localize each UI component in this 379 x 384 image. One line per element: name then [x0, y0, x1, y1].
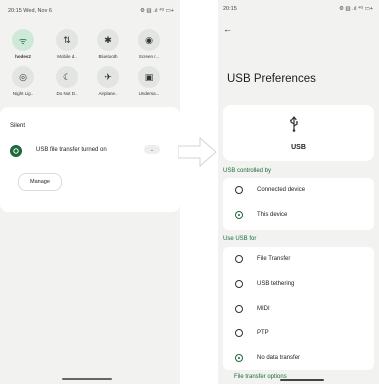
controlled-by-group: [223, 178, 374, 230]
qs-screen-record-tile[interactable]: ◉: [138, 29, 160, 51]
dnd-icon: ☾: [62, 71, 72, 82]
airplane-icon: ✈: [104, 71, 112, 82]
usb-header-card: [223, 105, 374, 161]
option-file-transfer-label[interactable]: File Transfer: [257, 256, 290, 262]
section-file-transfer-options: File transfer options: [234, 374, 287, 380]
left-status-time: 20:15 Wed, Nov 6: [8, 8, 52, 14]
gesture-bar[interactable]: [62, 378, 112, 380]
section-use-usb-for: Use USB for: [223, 236, 257, 242]
qs-wifi-label: hodes2: [15, 54, 31, 59]
radio-this-device[interactable]: [235, 211, 243, 219]
radio-usb-tethering[interactable]: [235, 280, 243, 288]
radio-midi[interactable]: [235, 305, 243, 313]
radio-ptp[interactable]: [235, 329, 243, 337]
qs-undersaturated-tile[interactable]: ▣: [138, 66, 160, 88]
manage-button[interactable]: Manage: [18, 173, 62, 191]
gesture-bar[interactable]: [280, 379, 324, 381]
option-connected-device-label[interactable]: Connected device: [257, 187, 305, 193]
night-light-icon: ◎: [19, 71, 27, 82]
qs-wifi-tile[interactable]: ᯤ: [12, 29, 34, 51]
mobile-data-icon: ⇅: [63, 34, 71, 45]
radio-connected-device[interactable]: [235, 186, 243, 194]
radio-no-data-transfer[interactable]: [235, 354, 243, 362]
option-ptp-label[interactable]: PTP: [257, 330, 269, 336]
left-status-bar: 20:15 Wed, Nov 6 ⚙ ▥ .ıl ⁴ᴳ ▭+: [8, 8, 174, 18]
use-usb-for-group: [223, 247, 374, 370]
page-title: USB Preferences: [227, 73, 316, 85]
transition-arrow-icon: [178, 136, 217, 168]
option-midi-label[interactable]: MIDI: [257, 306, 270, 312]
usb-icon: [290, 116, 298, 132]
qs-bluetooth-tile[interactable]: ✱: [97, 29, 119, 51]
qs-airplane-tile[interactable]: ✈: [97, 66, 119, 88]
qs-mobile-data-label: Mobile d..: [57, 54, 77, 59]
qs-mobile-data-tile[interactable]: ⇅: [56, 29, 78, 51]
wifi-icon: ᯤ: [18, 35, 28, 46]
qs-dnd-label: Do Not D..: [56, 91, 78, 96]
usb-notification-icon: [10, 145, 22, 157]
right-status-time: 20:15: [223, 6, 237, 12]
option-usb-tethering-label[interactable]: USB tethering: [257, 281, 294, 287]
left-status-icons: ⚙ ▥ .ıl ⁴ᴳ ▭+: [139, 8, 174, 14]
notification-card[interactable]: [0, 107, 180, 212]
expand-chevron-icon[interactable]: ⌄: [144, 145, 160, 154]
qs-night-light-tile[interactable]: ◎: [12, 66, 34, 88]
qs-airplane-label: Airplane..: [98, 91, 118, 96]
qs-undersaturated-label: Undersa...: [138, 91, 160, 96]
radio-file-transfer[interactable]: [235, 255, 243, 263]
qs-bluetooth-label: Bluetooth: [98, 54, 118, 59]
qs-night-light-label: Night Lig..: [12, 91, 34, 96]
option-no-data-transfer-label[interactable]: No data transfer: [257, 355, 300, 361]
back-arrow-icon[interactable]: ←: [223, 24, 232, 34]
section-usb-controlled-by: USB controlled by: [223, 168, 272, 174]
qs-screen-record-label: Screen r...: [138, 54, 160, 59]
right-status-icons: ⚙ ▥ .ıl ⁴ᴳ ▭+: [338, 6, 373, 12]
bluetooth-icon: ✱: [104, 34, 112, 45]
right-status-bar: 20:15 ⚙ ▥ .ıl ⁴ᴳ ▭+: [223, 6, 373, 16]
usb-notification-text[interactable]: USB file transfer turned on: [36, 147, 107, 153]
screen-record-icon: ◉: [145, 34, 153, 45]
silent-section-label: Silent: [10, 123, 26, 129]
option-this-device-label[interactable]: This device: [257, 212, 287, 218]
notification-shade: 20:15 Wed, Nov 6 ⚙ ▥ .ıl ⁴ᴳ ▭+ ᯤ hodes2 …: [0, 0, 180, 384]
qs-dnd-tile[interactable]: ☾: [56, 66, 78, 88]
usb-header-label: USB: [291, 144, 306, 151]
undersaturated-icon: ▣: [144, 71, 154, 82]
usb-preferences-screen: 20:15 ⚙ ▥ .ıl ⁴ᴳ ▭+ ← USB Preferences US…: [218, 0, 379, 384]
